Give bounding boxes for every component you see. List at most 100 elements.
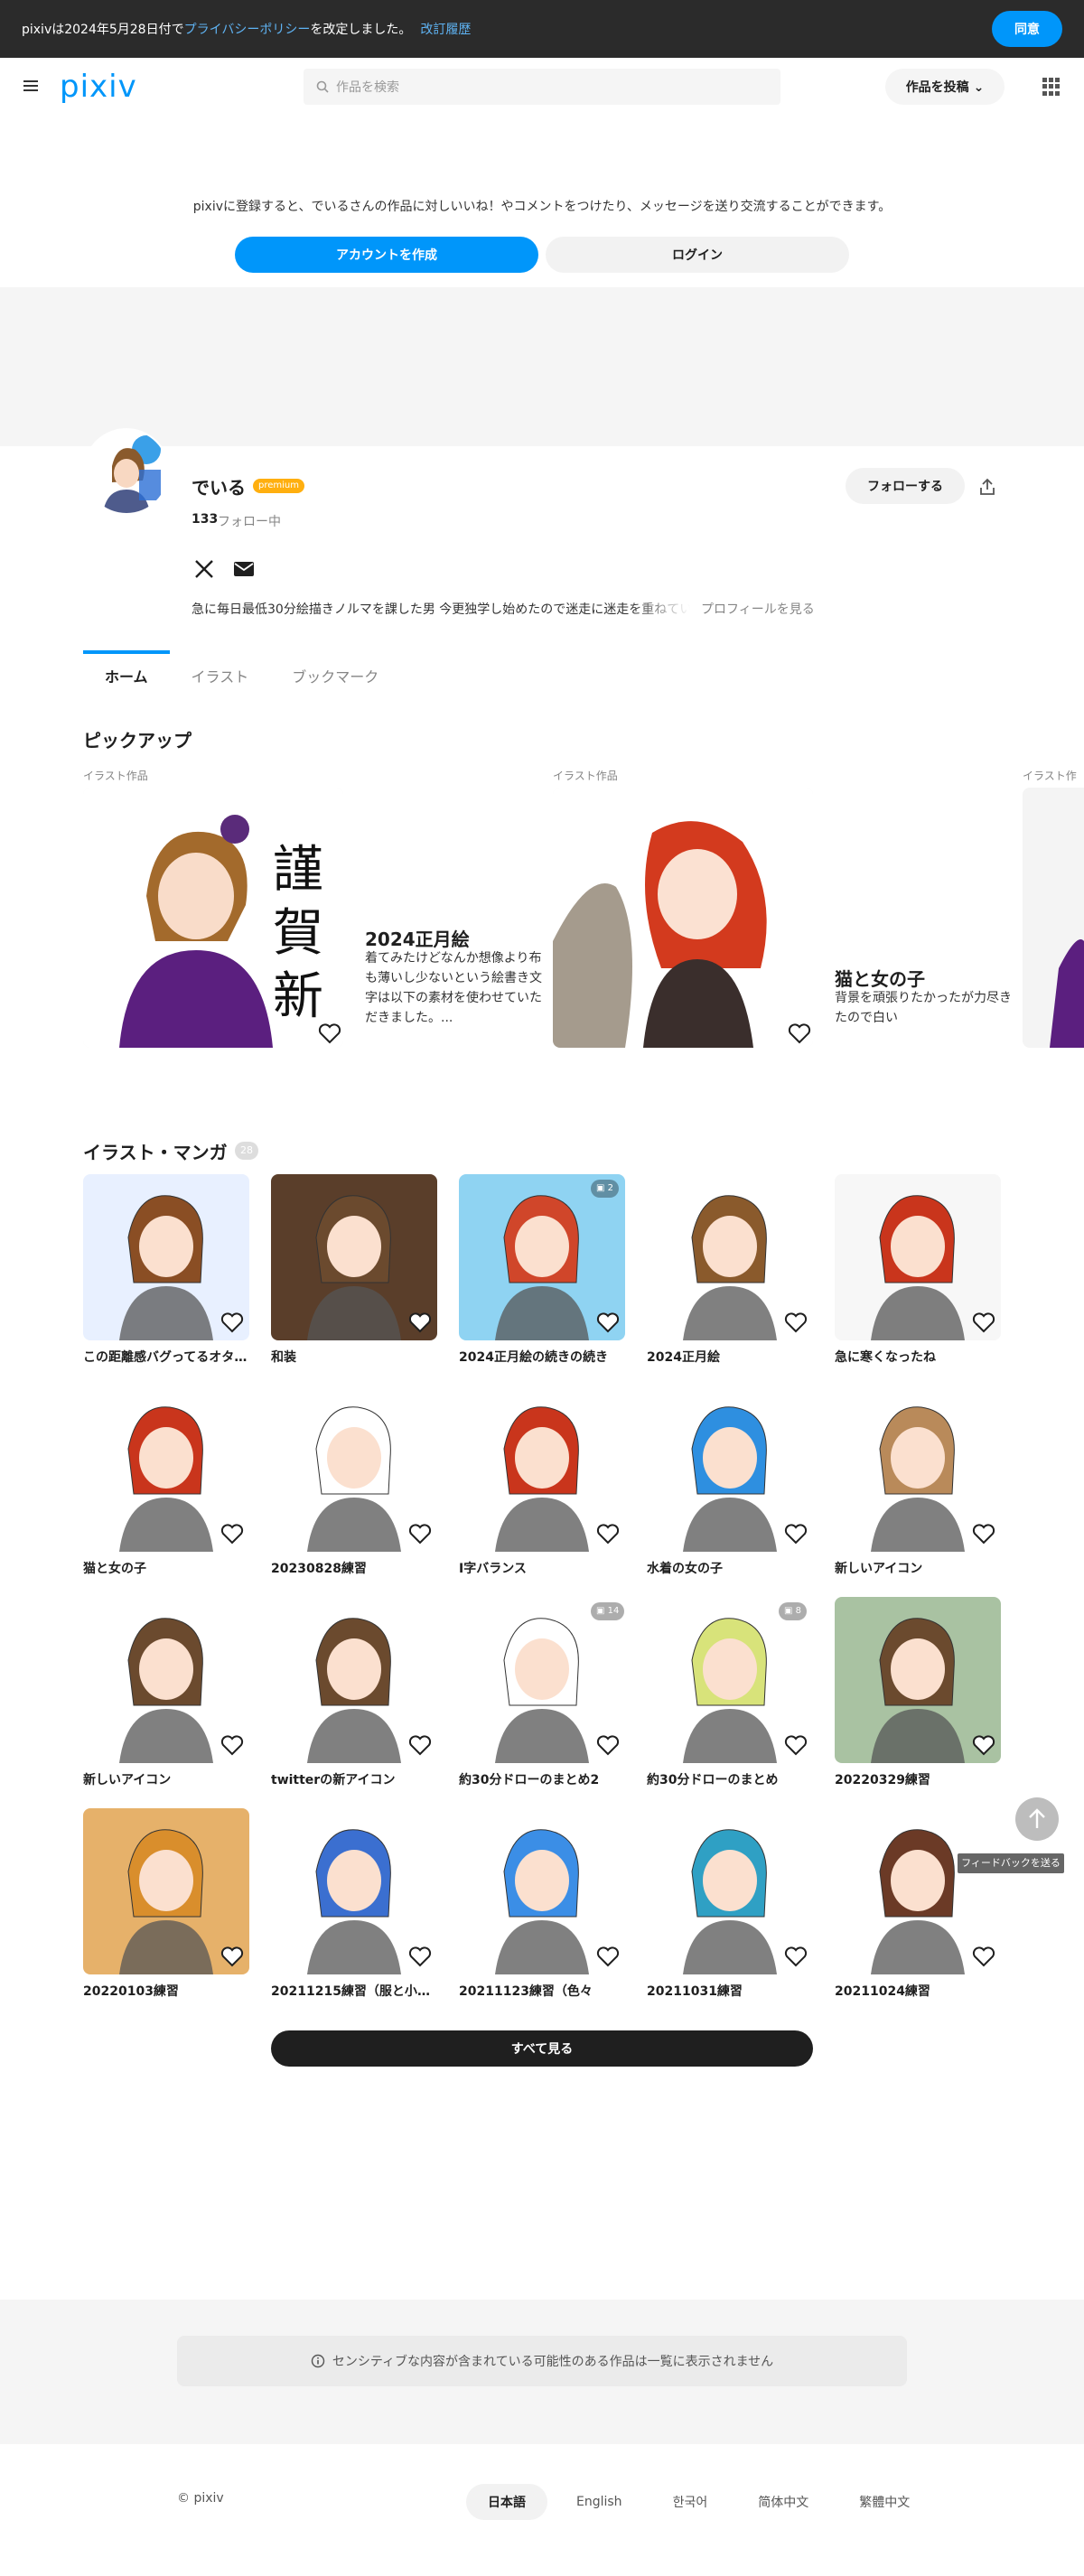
x-twitter-icon[interactable] (193, 558, 215, 580)
like-heart-icon[interactable] (784, 1311, 808, 1333)
view-profile-link[interactable]: プロフィールを見る (701, 600, 815, 618)
tab-bookmark[interactable]: ブックマーク (270, 650, 400, 701)
lang-en[interactable]: English (555, 2484, 644, 2520)
follow-button[interactable]: フォローする (846, 468, 965, 504)
like-heart-icon[interactable] (788, 1022, 811, 1044)
work-title[interactable]: 20230828練習 (271, 1559, 437, 1577)
work-title[interactable]: 20211123練習（色々 (459, 1982, 625, 2000)
lang-ko[interactable]: 한국어 (651, 2484, 730, 2520)
work-title[interactable]: 新しいアイコン (835, 1559, 1001, 1577)
like-heart-icon[interactable] (220, 1946, 244, 1967)
like-heart-icon[interactable] (972, 1523, 995, 1545)
notice-text-after: を改定しました。 (310, 23, 412, 37)
notice-text-before: pixivは2024年5月28日付で (22, 23, 184, 37)
avatar[interactable] (83, 428, 170, 515)
work-title[interactable]: 20220329練習 (835, 1770, 1001, 1788)
create-account-button[interactable]: アカウントを作成 (235, 237, 538, 273)
like-heart-icon[interactable] (408, 1946, 432, 1967)
work-title[interactable]: この距離感バグってるオタク君 (83, 1348, 249, 1366)
lang-zh-tw[interactable]: 繁體中文 (837, 2484, 931, 2520)
like-heart-icon[interactable] (972, 1311, 995, 1333)
tab-illust[interactable]: イラスト (170, 650, 271, 701)
page-count-badge: ▣ 14 (591, 1602, 625, 1620)
work-title[interactable]: 20220103練習 (83, 1982, 249, 2000)
revision-history-link[interactable]: 改訂履歴 (420, 20, 471, 38)
like-heart-icon[interactable] (784, 1734, 808, 1756)
arrow-up-icon (1029, 1808, 1045, 1828)
works-title: イラスト・マンガ (83, 1142, 228, 1163)
pickup-work-title[interactable]: 2024正月絵 (365, 925, 470, 951)
login-button[interactable]: ログイン (546, 237, 849, 273)
work-title[interactable]: 20211215練習（服と小物） (271, 1982, 437, 2000)
pickup-work-desc: 背景を頑張りたかったが力尽きたので白い (835, 991, 1012, 1025)
like-heart-icon[interactable] (784, 1523, 808, 1545)
work-title[interactable]: 急に寒くなったね (835, 1348, 1001, 1366)
mail-icon[interactable] (233, 560, 255, 578)
hamburger-menu-icon[interactable] (23, 78, 42, 94)
like-heart-icon[interactable] (972, 1946, 995, 1967)
pickup-work-title[interactable]: 猫と女の子 (835, 965, 925, 991)
work-title[interactable]: 約30分ドローのまとめ (647, 1770, 813, 1788)
info-icon (311, 2354, 325, 2368)
tab-home[interactable]: ホーム (83, 650, 170, 701)
sensitive-notice: センシティブな内容が含まれている可能性のある作品は一覧に表示されません (177, 2336, 907, 2386)
like-heart-icon[interactable] (596, 1523, 620, 1545)
following-count[interactable]: 133 (192, 512, 218, 527)
like-heart-icon[interactable] (596, 1311, 620, 1333)
work-title[interactable]: twitterの新アイコン (271, 1770, 437, 1788)
language-switcher: 日本語 English 한국어 简体中文 繁體中文 (466, 2484, 931, 2520)
pickup-type: イラスト作品 (83, 770, 148, 782)
like-heart-icon[interactable] (408, 1734, 432, 1756)
work-title[interactable]: 猫と女の子 (83, 1559, 249, 1577)
work-title[interactable]: 水着の女の子 (647, 1559, 813, 1577)
like-heart-icon[interactable] (972, 1734, 995, 1756)
sensitive-text: センシティブな内容が含まれている可能性のある作品は一覧に表示されません (332, 2355, 774, 2369)
like-heart-icon[interactable] (596, 1734, 620, 1756)
work-title[interactable]: 和装 (271, 1348, 437, 1366)
like-heart-icon[interactable] (220, 1523, 244, 1545)
pixiv-logo[interactable]: pixiv (60, 69, 137, 105)
svg-text:謹: 謹 (273, 841, 323, 900)
register-message: pixivに登録すると、でいるさんの作品に対しいいね！やコメントをつけたり、メッ… (192, 200, 892, 214)
post-work-button[interactable]: 作品を投稿 ⌄ (885, 69, 1005, 105)
like-heart-icon[interactable] (784, 1946, 808, 1967)
agree-button[interactable]: 同意 (992, 11, 1062, 47)
search-input[interactable]: 作品を検索 (304, 69, 780, 105)
share-icon[interactable] (977, 477, 997, 497)
work-title[interactable]: 新しいアイコン (83, 1770, 249, 1788)
premium-badge: premium (253, 479, 304, 493)
like-heart-icon[interactable] (220, 1311, 244, 1333)
notice-bar: pixivは2024年5月28日付で プライバシーポリシー を改定しました。 改… (0, 0, 1084, 58)
pickup-image[interactable]: 謹 賀 新 (83, 788, 343, 1048)
scroll-to-top-button[interactable] (1015, 1797, 1059, 1841)
post-work-label: 作品を投稿 (905, 80, 969, 95)
pickup-image[interactable] (1023, 788, 1084, 1048)
copyright: © pixiv (177, 2491, 224, 2506)
see-all-button[interactable]: すべて見る (271, 2030, 813, 2067)
work-title[interactable]: 20211024練習 (835, 1982, 1001, 2000)
work-title[interactable]: 20211031練習 (647, 1982, 813, 2000)
like-heart-icon[interactable] (318, 1022, 341, 1044)
site-header: pixiv 作品を検索 作品を投稿 ⌄ (0, 58, 1084, 116)
like-heart-icon[interactable] (220, 1734, 244, 1756)
works-count-badge: 28 (235, 1142, 258, 1160)
like-heart-icon[interactable] (408, 1523, 432, 1545)
lang-ja[interactable]: 日本語 (466, 2484, 547, 2520)
following-label[interactable]: フォロー中 (218, 512, 281, 530)
svg-text:賀: 賀 (273, 904, 323, 963)
svg-text:新: 新 (273, 967, 323, 1026)
pickup-image[interactable] (553, 788, 813, 1048)
like-heart-icon[interactable] (408, 1311, 432, 1333)
work-title[interactable]: 2024正月絵の続きの続き (459, 1348, 625, 1366)
work-title[interactable]: 2024正月絵 (647, 1348, 813, 1366)
work-title[interactable]: I字バランス (459, 1559, 625, 1577)
intro-fade (632, 596, 690, 618)
work-title[interactable]: 約30分ドローのまとめ2 (459, 1770, 625, 1788)
chevron-down-icon: ⌄ (973, 80, 985, 95)
user-name: でいる (192, 477, 246, 499)
privacy-policy-link[interactable]: プライバシーポリシー (184, 20, 311, 38)
like-heart-icon[interactable] (596, 1946, 620, 1967)
lang-zh-cn[interactable]: 简体中文 (736, 2484, 830, 2520)
feedback-button[interactable]: フィードバックを送る (958, 1853, 1064, 1873)
apps-grid-icon[interactable] (1042, 78, 1061, 96)
